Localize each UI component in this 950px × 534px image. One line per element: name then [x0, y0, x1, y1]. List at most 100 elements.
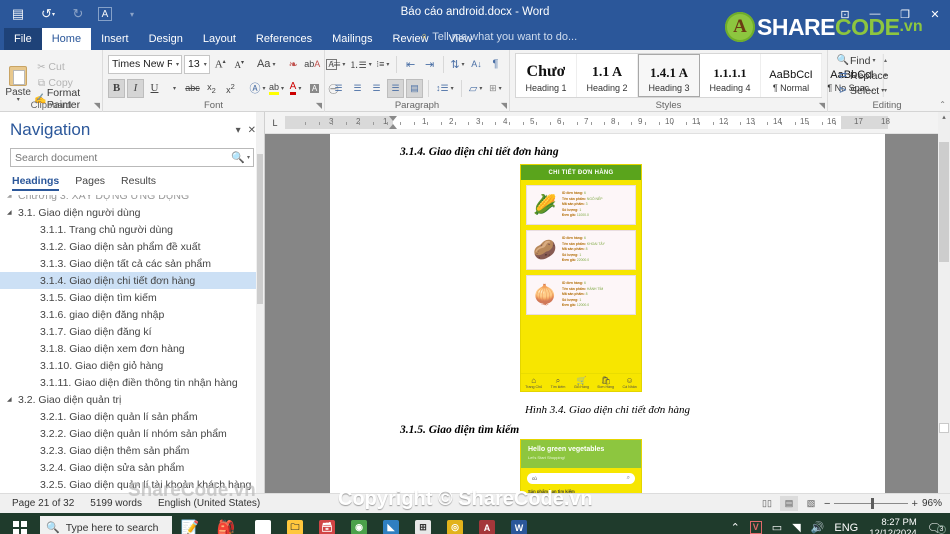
- document-scrollbar[interactable]: ▴: [938, 112, 950, 493]
- nav-heading-item[interactable]: 3.1.8. Giao diện xem đơn hàng: [0, 340, 264, 357]
- font-color-button[interactable]: A▾: [287, 79, 304, 98]
- microsoft-store-button[interactable]: ⊞: [408, 513, 438, 534]
- chrome-button[interactable]: ◉: [344, 513, 374, 534]
- nav-heading-item[interactable]: 3.1.3. Giao diện tất cả các sản phẩm: [0, 255, 264, 272]
- shading-button[interactable]: ▱▾: [467, 79, 485, 98]
- cortana-icon[interactable]: 📝: [172, 519, 208, 534]
- nav-heading-item[interactable]: 3.2.3. Giao diện thêm sản phẩm: [0, 442, 264, 459]
- navigation-scrollbar[interactable]: [256, 112, 264, 493]
- twisty-icon[interactable]: ◢: [7, 209, 16, 216]
- nav-heading-item[interactable]: ◢Chương 3: XÂY DỰNG ỨNG DỤNG: [0, 195, 264, 204]
- justify-button[interactable]: ☰: [387, 79, 404, 98]
- tab-insert[interactable]: Insert: [91, 28, 139, 50]
- underline-dropdown[interactable]: ▾: [165, 79, 182, 98]
- task-view-button[interactable]: ⊟: [248, 513, 278, 534]
- zoom-knob[interactable]: [871, 498, 874, 509]
- tab-file[interactable]: File: [4, 28, 42, 50]
- tab-design[interactable]: Design: [139, 28, 193, 50]
- start-button[interactable]: [0, 513, 40, 534]
- scrollbar-thumb[interactable]: [939, 142, 949, 262]
- borders-button[interactable]: ⊞▾: [487, 79, 504, 98]
- notifications-button[interactable]: 🗨3: [923, 521, 950, 534]
- shrink-font-button[interactable]: A▾: [231, 55, 248, 74]
- scrollbar-thumb[interactable]: [257, 154, 263, 304]
- bullets-button[interactable]: ⦙☰▾: [330, 55, 347, 74]
- search-icon[interactable]: 🔍: [229, 151, 247, 164]
- styles-dialog-launcher[interactable]: ◥: [819, 101, 825, 110]
- tab-home[interactable]: Home: [42, 28, 91, 50]
- superscript-button[interactable]: x2: [222, 79, 239, 98]
- underline-button[interactable]: U: [146, 79, 163, 98]
- close-button[interactable]: ✕: [920, 0, 950, 28]
- close-icon[interactable]: ✕: [248, 125, 256, 136]
- word-button[interactable]: W: [504, 513, 534, 534]
- cut-button[interactable]: ✂Cut: [31, 59, 97, 75]
- scroll-up-icon[interactable]: ▴: [938, 112, 950, 124]
- asian-layout-button[interactable]: A: [306, 79, 323, 98]
- show-formatting-marks-button[interactable]: ¶: [487, 55, 504, 74]
- nav-heading-item[interactable]: 3.1.4. Giao diện chi tiết đơn hàng: [0, 272, 264, 289]
- style-heading-2[interactable]: 1.1 A Heading 2: [577, 54, 638, 97]
- line-spacing-button[interactable]: ↕☰▾: [434, 79, 456, 98]
- zoom-level-label[interactable]: 96%: [922, 498, 946, 509]
- multilevel-list-button[interactable]: ⁝≡▾: [374, 55, 391, 74]
- grow-font-button[interactable]: A▴: [212, 55, 229, 74]
- print-layout-button[interactable]: ▤: [780, 496, 798, 511]
- nav-heading-item[interactable]: 3.2.2. Giao diện quản lí nhóm sản phẩm: [0, 425, 264, 442]
- clipboard-dialog-launcher[interactable]: ◥: [94, 101, 100, 110]
- media-player-button[interactable]: 🗃: [312, 513, 342, 534]
- nav-heading-item[interactable]: 3.1.7. Giao diện đăng kí: [0, 323, 264, 340]
- distributed-button[interactable]: ▤: [406, 79, 423, 98]
- nav-heading-item[interactable]: 3.2.1. Giao diện quản lí sản phẩm: [0, 408, 264, 425]
- zoom-slider[interactable]: − +: [824, 497, 918, 511]
- find-button[interactable]: 🔍Find▾: [833, 53, 941, 68]
- nav-heading-item[interactable]: 3.1.6. giao diện đăng nhập: [0, 306, 264, 323]
- text-effects-button[interactable]: Ⓐ▾: [249, 79, 266, 98]
- tab-results[interactable]: Results: [121, 175, 156, 191]
- postman-button[interactable]: ◎: [440, 513, 470, 534]
- search-input[interactable]: [11, 152, 229, 164]
- clear-formatting-button[interactable]: ❧: [285, 55, 302, 74]
- battery-icon[interactable]: ▭: [767, 521, 787, 534]
- tab-layout[interactable]: Layout: [193, 28, 246, 50]
- font-name-input[interactable]: Times New Ro▾: [108, 55, 182, 74]
- decrease-indent-button[interactable]: ⇤: [402, 55, 419, 74]
- style-heading-3[interactable]: 1.4.1 A Heading 3: [638, 54, 700, 97]
- nav-heading-item[interactable]: 3.2.5. Giao diện quản lí tài khoản khách…: [0, 476, 264, 493]
- word-count-status[interactable]: 5199 words: [82, 498, 150, 509]
- chevron-down-icon[interactable]: ▾: [247, 154, 253, 161]
- collapse-ribbon-icon[interactable]: ⌃: [939, 100, 946, 109]
- read-mode-button[interactable]: ▯▯: [758, 496, 776, 511]
- nav-heading-item[interactable]: ◢3.2. Giao diện quản trị: [0, 391, 264, 408]
- italic-button[interactable]: I: [127, 79, 144, 98]
- language-status[interactable]: English (United States): [150, 498, 268, 509]
- volume-icon[interactable]: 🔊: [806, 521, 830, 534]
- wifi-icon[interactable]: ◥: [787, 521, 805, 534]
- font-size-input[interactable]: 13▾: [184, 55, 210, 74]
- virtualbox-tray-icon[interactable]: V: [745, 521, 767, 534]
- backpack-icon[interactable]: 🎒: [208, 519, 244, 534]
- taskbar-search-box[interactable]: 🔍 Type here to search: [40, 516, 172, 534]
- scroll-object-button[interactable]: [939, 423, 949, 433]
- access-button[interactable]: A: [472, 513, 502, 534]
- nav-heading-item[interactable]: 3.1.1. Trang chủ người dùng: [0, 221, 264, 238]
- align-left-button[interactable]: ☰: [330, 79, 347, 98]
- tab-pages[interactable]: Pages: [75, 175, 105, 191]
- text-highlight-color-button[interactable]: ab▾: [268, 79, 285, 98]
- navigation-search-box[interactable]: 🔍 ▾: [10, 148, 254, 167]
- nav-heading-item[interactable]: 3.1.5. Giao diện tìm kiếm: [0, 289, 264, 306]
- nav-heading-item[interactable]: 3.1.11. Giao diện điền thông tin nhận hà…: [0, 374, 264, 391]
- select-button[interactable]: ⊳Select▾: [833, 83, 941, 98]
- vscode-button[interactable]: ◣: [376, 513, 406, 534]
- replace-button[interactable]: ⇄Replace: [833, 68, 941, 83]
- align-center-button[interactable]: ☰: [349, 79, 366, 98]
- style-normal[interactable]: AaBbCcI ¶ Normal: [761, 54, 822, 97]
- increase-indent-button[interactable]: ⇥: [421, 55, 438, 74]
- paragraph-dialog-launcher[interactable]: ◥: [501, 101, 507, 110]
- tell-me-search[interactable]: ♀Tell me what you want to do...: [420, 31, 577, 43]
- document-page[interactable]: 3.1.4. Giao diện chi tiết đơn hàng CHI T…: [330, 134, 885, 493]
- ribbon-display-options-button[interactable]: ⊡: [830, 0, 860, 28]
- tab-headings[interactable]: Headings: [12, 175, 59, 191]
- zoom-in-button[interactable]: +: [912, 498, 918, 510]
- font-dialog-launcher[interactable]: ◥: [316, 101, 322, 110]
